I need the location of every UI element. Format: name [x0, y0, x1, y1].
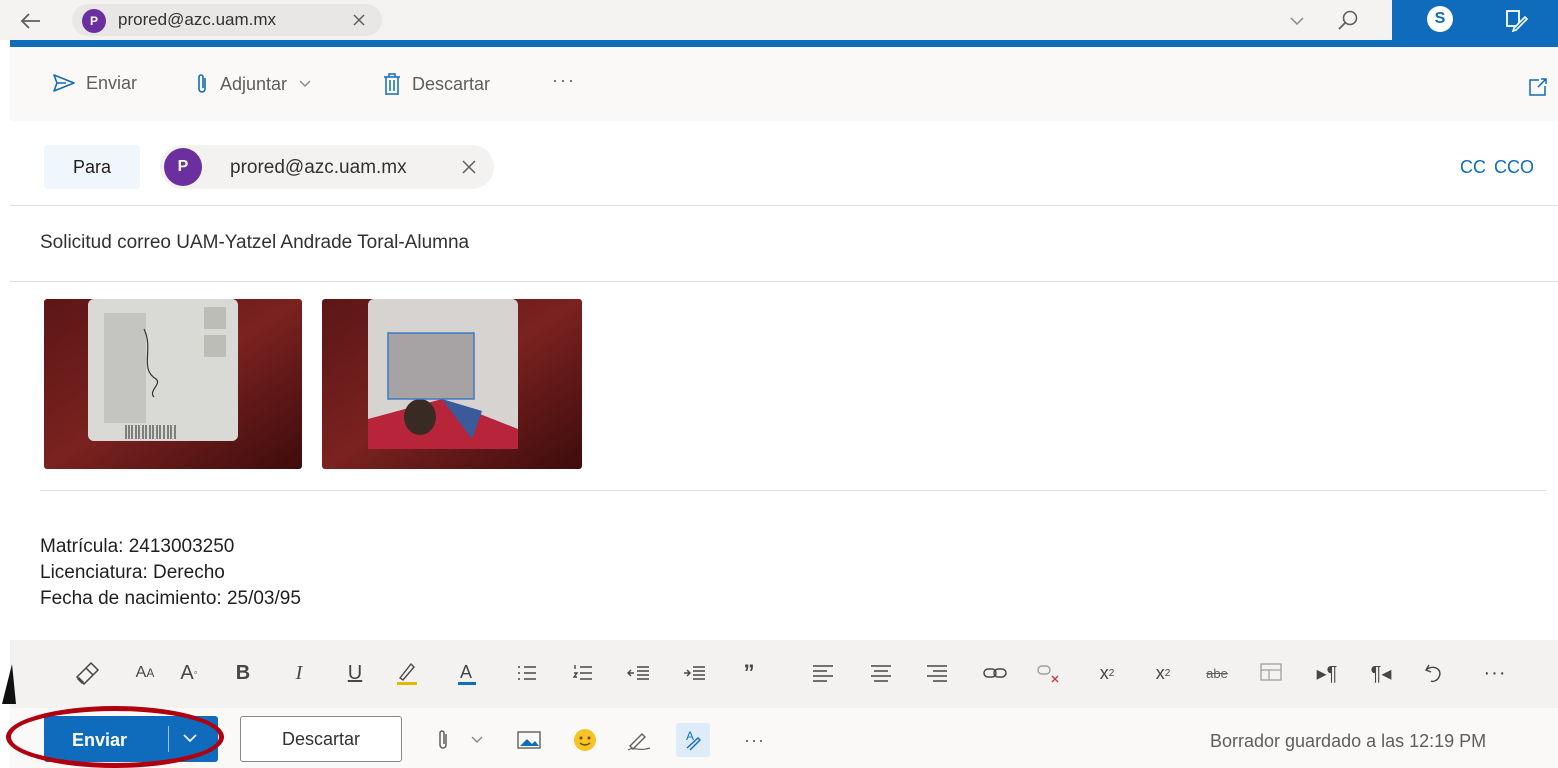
cc-link[interactable]: CC — [1460, 157, 1486, 178]
recipient-avatar: P — [164, 148, 202, 186]
popout-icon[interactable] — [1527, 76, 1549, 98]
chevron-down-icon[interactable] — [462, 725, 492, 755]
send-icon — [53, 74, 75, 92]
attach-command-label: Adjuntar — [220, 73, 288, 94]
chevron-down-icon — [299, 80, 311, 87]
numbering-icon[interactable] — [568, 658, 598, 688]
chevron-down-icon[interactable] — [1288, 12, 1306, 30]
more-commands-button[interactable]: ··· — [552, 70, 576, 91]
draft-saved-status: Borrador guardado a las 12:19 PM — [1210, 731, 1487, 751]
quote-icon[interactable]: ” — [734, 658, 764, 688]
insert-table-icon[interactable] — [1256, 658, 1286, 688]
top-right-header — [1392, 0, 1558, 40]
strikethrough-icon[interactable]: abe — [1202, 658, 1232, 688]
bcc-link[interactable]: CCO — [1494, 157, 1534, 178]
link-icon[interactable] — [980, 658, 1010, 688]
send-command-label: Enviar — [86, 72, 138, 93]
signature-icon[interactable] — [624, 725, 654, 755]
attachment-image-2[interactable] — [322, 299, 582, 469]
divider — [10, 205, 1558, 206]
annotation-arrow — [0, 664, 20, 708]
insert-picture-icon[interactable] — [514, 725, 544, 755]
bullets-icon[interactable] — [512, 658, 542, 688]
increase-indent-icon[interactable] — [680, 658, 710, 688]
paperclip-icon[interactable] — [428, 725, 458, 755]
body-line: Fecha de nacimiento: 25/03/95 — [40, 588, 301, 609]
discard-command[interactable]: Descartar — [382, 72, 490, 96]
divider — [40, 490, 1546, 491]
font-size-increase-icon[interactable]: A ◦ — [174, 658, 204, 688]
attach-command[interactable]: Adjuntar — [194, 72, 313, 96]
align-left-icon[interactable] — [808, 658, 838, 688]
svg-text:A: A — [686, 729, 694, 743]
compose-pen-icon[interactable] — [1502, 6, 1530, 34]
more-icon[interactable]: ··· — [1480, 658, 1510, 688]
search-icon[interactable] — [1336, 8, 1360, 32]
remove-recipient-icon[interactable] — [460, 158, 478, 176]
attachment-image-1[interactable] — [44, 299, 302, 469]
back-arrow-icon[interactable] — [18, 8, 44, 34]
editor-icon[interactable]: A — [676, 723, 710, 757]
tab-avatar: P — [82, 9, 106, 33]
font-color-icon[interactable]: A — [452, 658, 482, 688]
superscript-icon[interactable]: x2 — [1092, 658, 1122, 688]
discard-command-label: Descartar — [412, 73, 491, 94]
tab-title: prored@azc.uam.mx — [118, 10, 277, 29]
more-options-button[interactable]: ··· — [744, 730, 765, 751]
align-right-icon[interactable] — [922, 658, 952, 688]
format-painter-icon[interactable] — [72, 658, 102, 688]
header-accent-bar — [10, 40, 1558, 47]
paperclip-icon — [198, 74, 206, 93]
body-line: Matrícula: 2413003250 — [40, 536, 235, 557]
underline-icon[interactable]: U — [340, 658, 370, 688]
trash-icon — [384, 73, 400, 95]
discard-button[interactable]: Descartar — [240, 716, 402, 762]
font-size-decrease-icon[interactable]: AA — [130, 658, 160, 688]
unlink-icon[interactable] — [1034, 658, 1064, 688]
body-line: Licenciatura: Derecho — [40, 562, 225, 583]
subject-field[interactable]: Solicitud correo UAM-Yatzel Andrade Tora… — [40, 232, 469, 254]
align-center-icon[interactable] — [866, 658, 896, 688]
skype-icon[interactable]: S — [1427, 6, 1453, 32]
highlight-icon[interactable] — [392, 658, 422, 688]
send-command[interactable]: Enviar — [52, 72, 137, 94]
close-icon[interactable] — [350, 11, 368, 29]
to-button[interactable]: Para — [44, 145, 140, 189]
svg-text:A: A — [460, 662, 472, 682]
undo-icon[interactable] — [1420, 658, 1450, 688]
ltr-icon[interactable]: ▸¶ — [1312, 658, 1342, 688]
italic-icon[interactable]: I — [284, 658, 314, 688]
emoji-icon[interactable] — [570, 725, 600, 755]
highlight-ring — [6, 706, 224, 768]
decrease-indent-icon[interactable] — [624, 658, 654, 688]
bold-icon[interactable]: B — [228, 658, 258, 688]
subscript-icon[interactable]: x2 — [1148, 658, 1178, 688]
divider — [10, 281, 1558, 282]
recipient-email: prored@azc.uam.mx — [230, 157, 407, 178]
rtl-icon[interactable]: ¶◂ — [1366, 658, 1396, 688]
